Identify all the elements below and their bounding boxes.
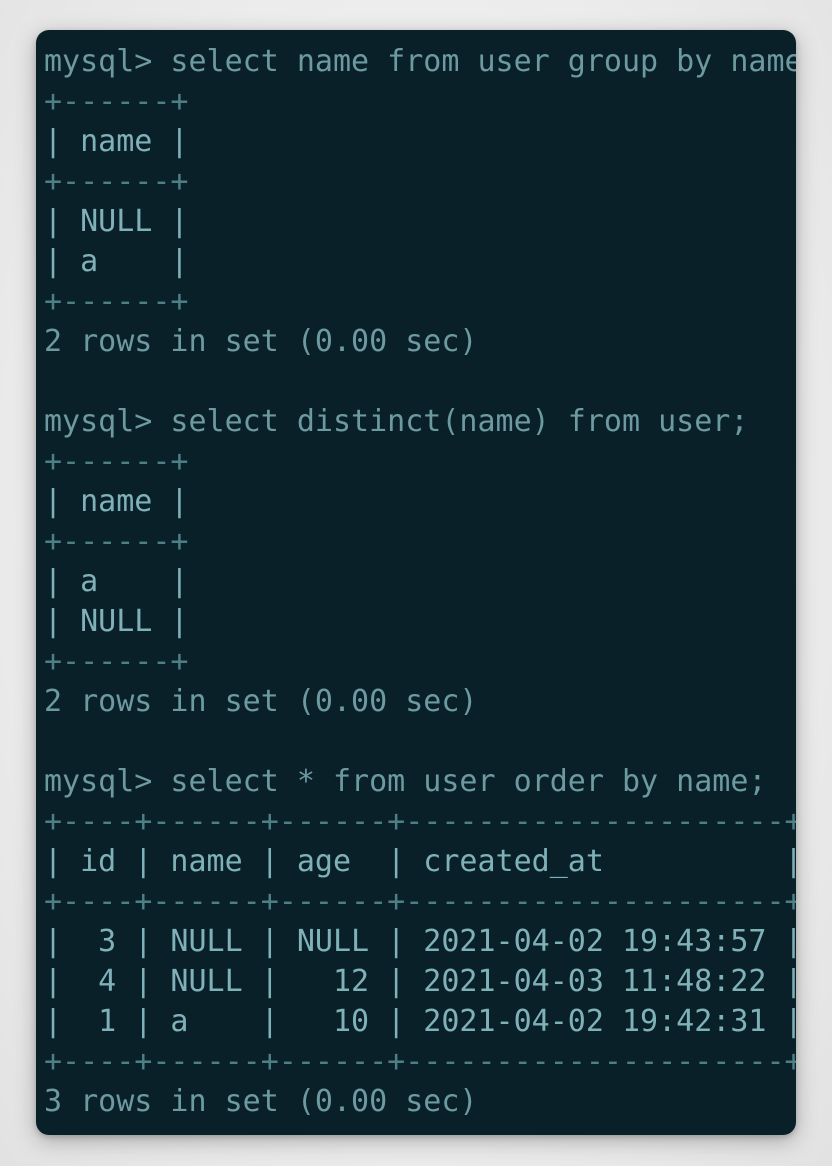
terminal-line-row: | id | name | age | created_at | [44,844,796,879]
terminal-line-border: +------+ [44,444,189,479]
terminal-line-row: | NULL | [44,204,189,239]
terminal-line-status: 2 rows in set (0.00 sec) [44,684,478,719]
terminal-line-prompt: mysql> select distinct(name) from user; [44,404,749,439]
terminal-line-row: | 1 | a | 10 | 2021-04-02 19:42:31 | [44,1004,796,1039]
terminal-line-status: 3 rows in set (0.00 sec) [44,1084,478,1119]
terminal-line-row: | a | [44,244,189,279]
terminal-line-prompt: mysql> select * from user order by name; [44,764,767,799]
terminal-line-row: | NULL | [44,604,189,639]
terminal-line-row: | 4 | NULL | 12 | 2021-04-03 11:48:22 | [44,964,796,999]
terminal-line-border: +------+ [44,644,189,679]
terminal-line-row: | name | [44,484,189,519]
terminal-line-prompt: mysql> select name from user group by na… [44,44,796,79]
terminal-line-border: +----+------+------+--------------------… [44,1044,796,1079]
terminal-line-row: | a | [44,564,189,599]
terminal-window[interactable]: mysql> select name from user group by na… [36,30,796,1135]
terminal-line-border: +------+ [44,164,189,199]
terminal-line-status: 2 rows in set (0.00 sec) [44,324,478,359]
terminal-line-border: +------+ [44,524,189,559]
page-background: mysql> select name from user group by na… [0,0,832,1166]
terminal-line-border: +------+ [44,284,189,319]
terminal-line-border: +----+------+------+--------------------… [44,804,796,839]
terminal-output[interactable]: mysql> select name from user group by na… [36,30,796,1122]
terminal-line-row: | name | [44,124,189,159]
terminal-line-border: +----+------+------+--------------------… [44,884,796,919]
terminal-line-border: +------+ [44,84,189,119]
terminal-line-row: | 3 | NULL | NULL | 2021-04-02 19:43:57 … [44,924,796,959]
